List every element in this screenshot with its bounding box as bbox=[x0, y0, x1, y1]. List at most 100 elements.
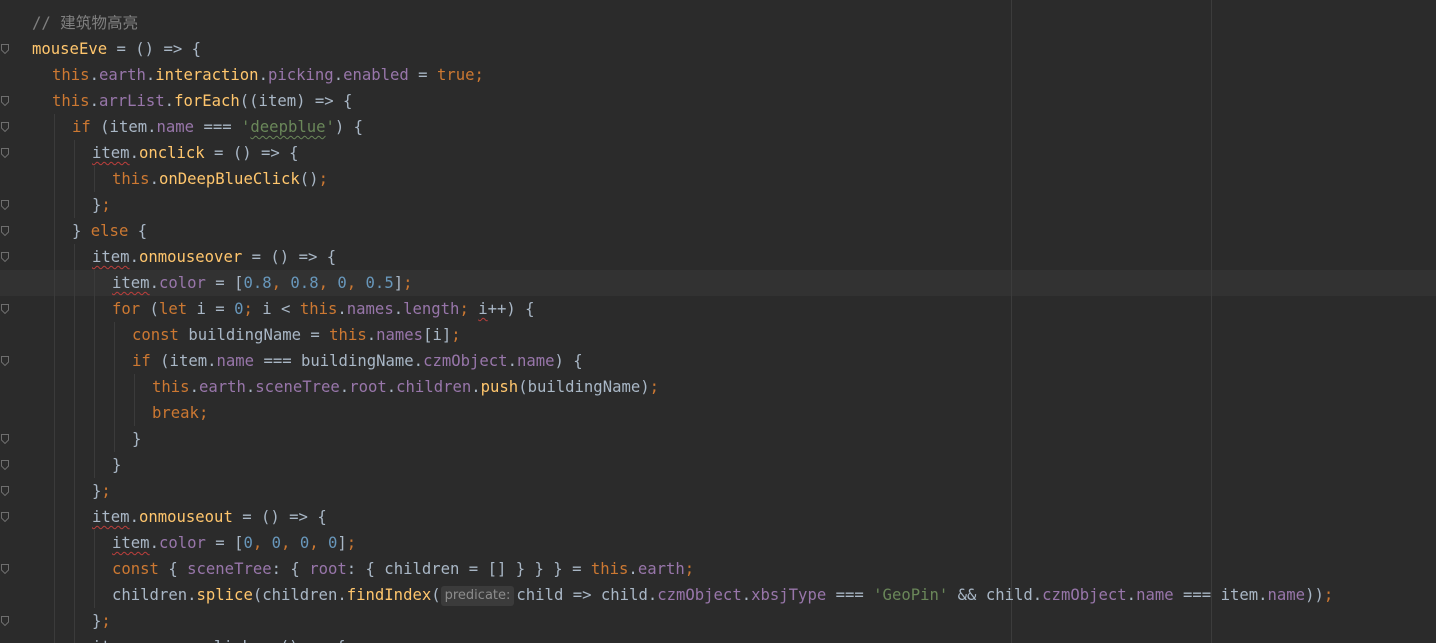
indent-guide bbox=[74, 270, 75, 296]
code-line[interactable]: item.onmouseover = () => { bbox=[92, 244, 336, 270]
code-token: 0.8 bbox=[243, 274, 272, 292]
code-token: === bbox=[194, 118, 242, 136]
fold-marker-icon[interactable] bbox=[1, 200, 9, 210]
code-line[interactable]: if (item.name === 'deepblue') { bbox=[72, 114, 363, 140]
code-token: 0 bbox=[327, 534, 338, 552]
indent-guide bbox=[74, 478, 75, 504]
code-token: , bbox=[281, 534, 300, 552]
code-line[interactable]: // 建筑物高亮 bbox=[32, 10, 138, 36]
right-margin-guide bbox=[1011, 0, 1012, 643]
code-line[interactable]: break; bbox=[152, 400, 208, 426]
indent-guide bbox=[74, 140, 75, 166]
indent-guide bbox=[94, 530, 95, 556]
code-line[interactable]: }; bbox=[92, 608, 111, 634]
code-line[interactable]: } bbox=[112, 452, 121, 478]
code-token: . bbox=[339, 378, 350, 396]
code-token: : { bbox=[271, 560, 310, 578]
indent-guide bbox=[114, 348, 115, 374]
fold-marker-icon[interactable] bbox=[1, 148, 9, 158]
code-token: . bbox=[145, 66, 156, 84]
code-line[interactable]: mouseEve = () => { bbox=[32, 36, 201, 62]
code-line[interactable]: children.splice(children.findIndex(predi… bbox=[112, 582, 1333, 608]
code-token: name bbox=[516, 352, 555, 370]
code-token: . bbox=[245, 378, 256, 396]
code-token: name bbox=[216, 352, 255, 370]
fold-marker-icon[interactable] bbox=[1, 226, 9, 236]
code-token: this bbox=[52, 66, 90, 84]
code-token: ; bbox=[198, 404, 209, 422]
code-line[interactable]: this.earth.sceneTree.root.children.push(… bbox=[152, 374, 659, 400]
code-line[interactable]: item.color = [0, 0, 0, 0]; bbox=[112, 530, 356, 556]
indent-guide bbox=[94, 426, 95, 452]
indent-guide bbox=[74, 166, 75, 192]
indent-guide bbox=[74, 556, 75, 582]
fold-marker-icon[interactable] bbox=[1, 460, 9, 470]
fold-marker-icon[interactable] bbox=[1, 44, 9, 54]
indent-guide bbox=[74, 530, 75, 556]
code-token: ] bbox=[337, 534, 347, 552]
code-token: ++) { bbox=[487, 300, 535, 318]
code-line[interactable]: item.color = [0.8, 0.8, 0, 0.5]; bbox=[112, 270, 413, 296]
code-line[interactable]: item.onclick = () => { bbox=[92, 140, 299, 166]
indent-guide bbox=[54, 192, 55, 218]
indent-guide bbox=[114, 400, 115, 426]
fold-marker-icon[interactable] bbox=[1, 304, 9, 314]
fold-marker-icon[interactable] bbox=[1, 122, 9, 132]
code-token: ; bbox=[474, 66, 484, 84]
code-token: ) { bbox=[334, 118, 364, 136]
code-token: ' bbox=[325, 118, 335, 136]
fold-marker-icon[interactable] bbox=[1, 434, 9, 444]
fold-marker-icon[interactable] bbox=[1, 356, 9, 366]
right-margin-guide-secondary bbox=[1211, 0, 1212, 643]
indent-guide bbox=[74, 296, 75, 322]
code-line[interactable]: item.onmouseclick = () => { bbox=[92, 634, 345, 643]
code-line[interactable]: const buildingName = this.names[i]; bbox=[132, 322, 461, 348]
indent-guide bbox=[74, 374, 75, 400]
code-line[interactable]: }; bbox=[92, 192, 111, 218]
code-token: onmouseover bbox=[138, 248, 243, 266]
code-token: { bbox=[128, 222, 148, 240]
code-token: . bbox=[129, 508, 139, 526]
code-line[interactable]: this.onDeepBlueClick(); bbox=[112, 166, 328, 192]
code-token: . bbox=[149, 170, 159, 188]
indent-guide bbox=[54, 504, 55, 530]
code-token: const bbox=[112, 560, 159, 578]
code-token: 'GeoPin' bbox=[873, 586, 949, 604]
fold-marker-icon[interactable] bbox=[1, 486, 9, 496]
code-token: ) { bbox=[554, 352, 583, 370]
fold-marker-icon[interactable] bbox=[1, 96, 9, 106]
code-token: && child. bbox=[948, 586, 1043, 604]
code-token: this bbox=[152, 378, 190, 396]
code-token: : { children = [] } } } = bbox=[346, 560, 591, 578]
fold-marker-icon[interactable] bbox=[1, 616, 9, 626]
fold-marker-icon[interactable] bbox=[1, 252, 9, 262]
fold-marker-icon[interactable] bbox=[1, 564, 9, 574]
code-token: . bbox=[189, 378, 199, 396]
code-line[interactable]: item.onmouseout = () => { bbox=[92, 504, 327, 530]
code-line[interactable]: this.arrList.forEach((item) => { bbox=[52, 88, 352, 114]
indent-guide bbox=[94, 400, 95, 426]
code-line[interactable]: }; bbox=[92, 478, 111, 504]
code-token: buildingName = bbox=[178, 326, 330, 344]
code-line[interactable]: } bbox=[132, 426, 141, 452]
code-token: ; bbox=[649, 378, 660, 396]
indent-guide bbox=[114, 322, 115, 348]
code-token: enabled bbox=[343, 66, 409, 84]
code-line[interactable]: this.earth.interaction.picking.enabled =… bbox=[52, 62, 484, 88]
indent-guide bbox=[74, 322, 75, 348]
code-line[interactable]: for (let i = 0; i < this.names.length; i… bbox=[112, 296, 535, 322]
indent-guide bbox=[54, 634, 55, 643]
code-line[interactable]: } else { bbox=[72, 218, 147, 244]
code-token: names bbox=[376, 326, 424, 344]
code-token: (item. bbox=[90, 118, 157, 136]
code-token: (buildingName) bbox=[518, 378, 650, 396]
code-line[interactable]: if (item.name === buildingName.czmObject… bbox=[132, 348, 583, 374]
fold-marker-icon[interactable] bbox=[1, 512, 9, 522]
code-token: = () => { bbox=[232, 508, 327, 526]
code-token: , bbox=[346, 274, 366, 292]
code-token: ; bbox=[101, 482, 111, 500]
code-token: czmObject bbox=[1042, 586, 1127, 604]
code-token: child => child. bbox=[516, 586, 658, 604]
code-editor[interactable]: // 建筑物高亮 mouseEve = () => {this.earth.int… bbox=[0, 0, 1436, 643]
code-line[interactable]: const { sceneTree: { root: { children = … bbox=[112, 556, 694, 582]
